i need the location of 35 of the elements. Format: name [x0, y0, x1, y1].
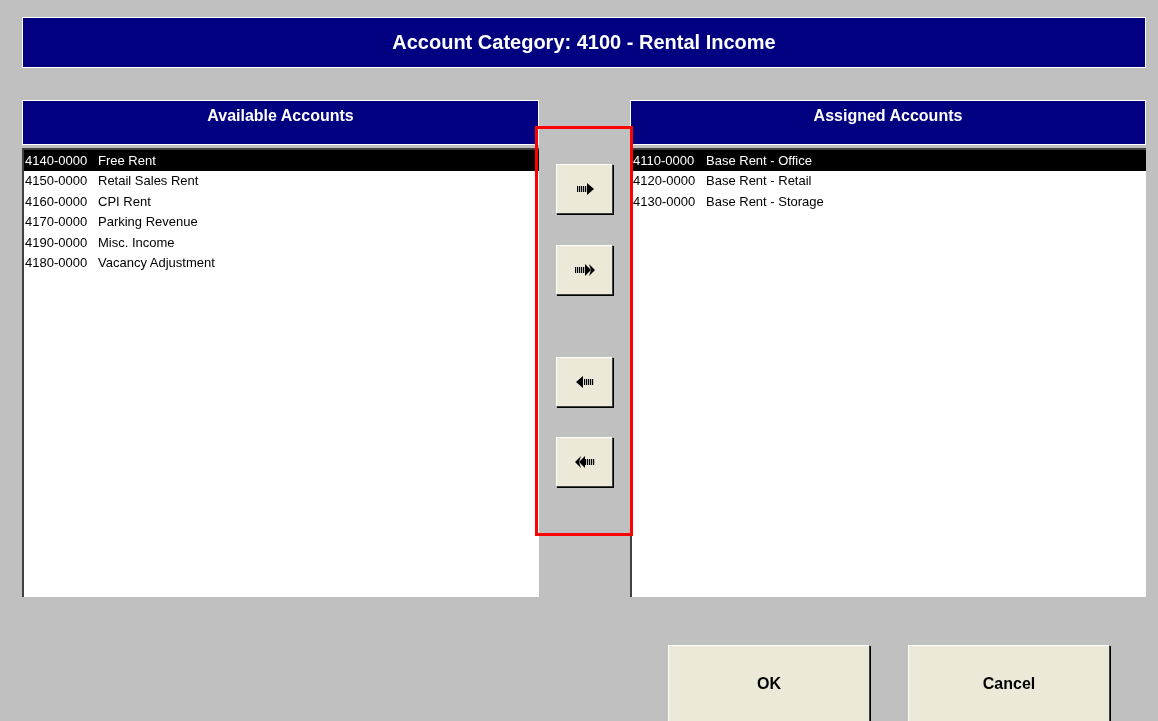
account-code: 4170-0000 [25, 214, 89, 230]
double-left-arrow-icon [573, 455, 596, 469]
transfer-button[interactable] [556, 357, 613, 407]
account-code: 4140-0000 [25, 152, 89, 168]
window-title: Account Category: 4100 - Rental Income [22, 17, 1146, 68]
account-name: Vacancy Adjustment [98, 255, 215, 271]
account-code: 4160-0000 [25, 193, 89, 209]
double-right-arrow-icon [573, 263, 596, 277]
left-arrow-icon [574, 375, 595, 389]
panel-header: Assigned Accounts [630, 100, 1146, 145]
transfer-button[interactable] [556, 164, 613, 214]
account-name: Free Rent [98, 152, 156, 168]
transfer-button[interactable] [556, 245, 613, 295]
account-code: 4150-0000 [25, 173, 89, 189]
account-name: Base Rent - Retail [706, 173, 812, 189]
account-code: 4120-0000 [633, 173, 697, 189]
account-name: Base Rent - Storage [706, 193, 824, 209]
account-code: 4190-0000 [25, 234, 89, 250]
right-arrow-icon [574, 182, 595, 196]
account-name: Retail Sales Rent [98, 173, 199, 189]
account-name: Base Rent - Office [706, 152, 812, 168]
account-name: Misc. Income [98, 234, 175, 250]
dialog-button[interactable]: OK [668, 645, 870, 721]
account-code: 4110-0000 [633, 152, 696, 168]
account-name: Parking Revenue [98, 214, 198, 230]
account-list[interactable]: 4140-0000 Free Rent 4150-0000 Retail Sales Rent 4160-0000 CPI Rent 4170-0000 Parking Revenue 4190-0000 Misc. Income 4180-0000 Vacancy Adjustment [22, 148, 539, 597]
panel-header: Available Accounts [22, 100, 539, 145]
account-name: CPI Rent [98, 193, 151, 209]
account-row[interactable]: 4110-0000 Base Rent - Office [632, 150, 1146, 171]
account-list[interactable]: 4110-0000 Base Rent - Office 4120-0000 Base Rent - Retail 4130-0000 Base Rent - Storage [630, 148, 1146, 597]
dialog-button[interactable]: Cancel [908, 645, 1110, 721]
account-code: 4130-0000 [633, 193, 697, 209]
transfer-button[interactable] [556, 437, 613, 487]
account-code: 4180-0000 [25, 255, 89, 271]
account-row[interactable]: 4140-0000 Free Rent [24, 150, 539, 171]
